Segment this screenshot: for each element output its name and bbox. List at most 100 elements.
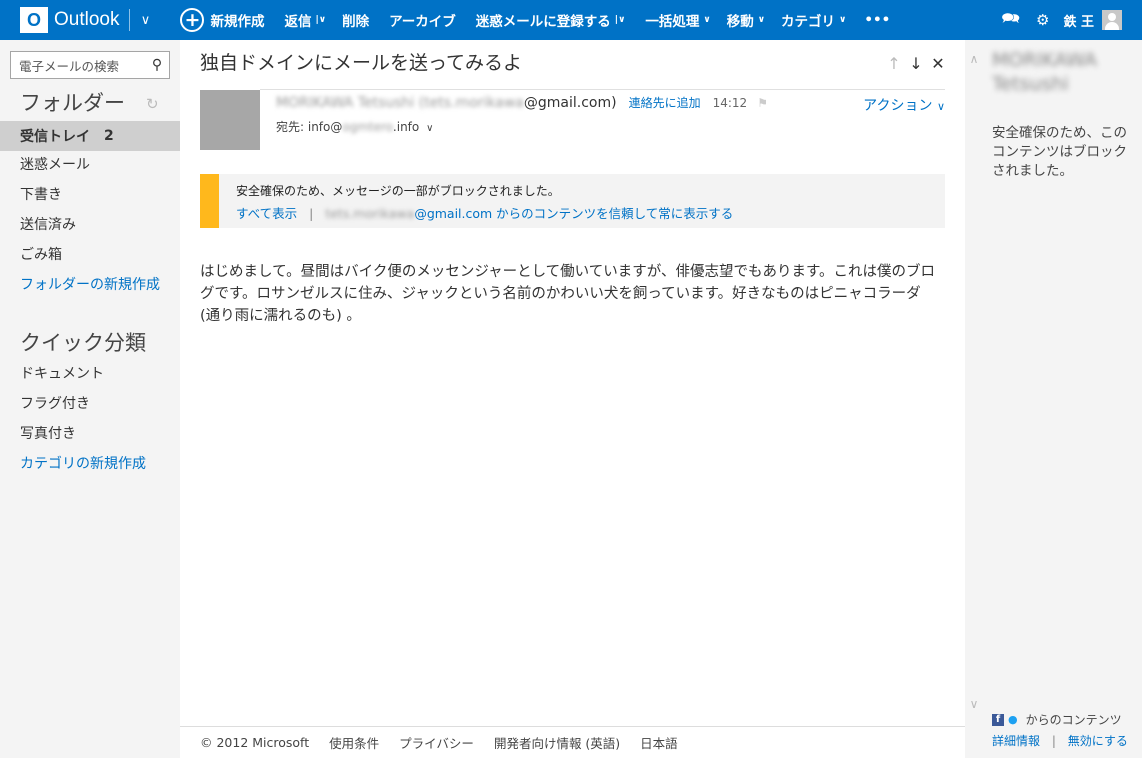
twitter-icon: ● bbox=[1008, 713, 1018, 726]
search-placeholder: 電子メールの検索 bbox=[19, 58, 120, 74]
language-link[interactable]: 日本語 bbox=[640, 733, 678, 752]
archive-label: アーカイブ bbox=[389, 14, 456, 30]
more-button[interactable]: ••• bbox=[864, 0, 890, 40]
action-menu[interactable]: アクション ∨ bbox=[863, 95, 945, 115]
delete-label: 削除 bbox=[342, 14, 370, 30]
sidebar-item-label: 下書き bbox=[20, 187, 62, 203]
logo-divider bbox=[129, 9, 131, 31]
arrow-up-icon[interactable]: ↑ bbox=[887, 54, 901, 73]
to-suffix: .info bbox=[392, 120, 420, 134]
new-category-label: カテゴリの新規作成 bbox=[20, 456, 146, 472]
top-bar: O Outlook ∨ + 新規作成 返信 |∨ 削除 アーカイブ 迷惑メールに… bbox=[0, 0, 1142, 40]
message-body: はじめまして。昼間はバイク便のメッセンジャーとして働いていますが、俳優志望でもあ… bbox=[200, 264, 936, 324]
link-separator: | bbox=[309, 206, 314, 221]
outlook-logo[interactable]: O Outlook ∨ bbox=[0, 0, 154, 40]
header-divider bbox=[260, 89, 945, 90]
to-line: 宛先: info@ogmtero.info ∨ bbox=[276, 118, 433, 135]
warning-text: 安全確保のため、メッセージの一部がブロックされました。 bbox=[236, 184, 560, 198]
developers-link[interactable]: 開発者向け情報 (英語) bbox=[494, 733, 620, 752]
move-label: 移動 bbox=[726, 14, 754, 30]
social-links: 詳細情報 | 無効にする bbox=[992, 732, 1128, 749]
sidebar-item-sent[interactable]: 送信済み bbox=[0, 209, 180, 239]
copyright: © 2012 Microsoft bbox=[200, 735, 310, 750]
new-folder-label: フォルダーの新規作成 bbox=[20, 277, 160, 293]
close-icon[interactable]: ✕ bbox=[931, 54, 945, 73]
app-title: Outlook bbox=[54, 9, 120, 30]
user-name[interactable]: 鉄 王 bbox=[1063, 11, 1094, 30]
add-contact-link[interactable]: 連絡先に追加 bbox=[629, 94, 701, 111]
arrow-down-icon[interactable]: ↓ bbox=[909, 54, 923, 73]
message-nav: ↑ ↓ ✕ bbox=[887, 54, 945, 73]
show-all-link[interactable]: すべて表示 bbox=[236, 206, 297, 221]
disable-link[interactable]: 無効にする bbox=[1068, 734, 1128, 748]
new-message-button[interactable]: + 新規作成 bbox=[180, 0, 264, 40]
category-button[interactable]: カテゴリ ∨ bbox=[781, 0, 846, 40]
delete-button[interactable]: 削除 bbox=[342, 0, 369, 40]
search-icon[interactable]: ⚲ bbox=[145, 57, 169, 73]
archive-button[interactable]: アーカイブ bbox=[389, 0, 456, 40]
new-folder-link[interactable]: フォルダーの新規作成 bbox=[0, 269, 180, 299]
trust-sender-blurred: tets.morikawa bbox=[325, 206, 415, 221]
feedback-icon[interactable]: 🗪 bbox=[1001, 8, 1020, 33]
privacy-link[interactable]: プライバシー bbox=[399, 733, 474, 752]
sidebar-item-flagged[interactable]: フラグ付き bbox=[0, 388, 180, 418]
sidebar-item-junk[interactable]: 迷惑メール bbox=[0, 149, 180, 179]
chevron-down-icon: ∨ bbox=[703, 15, 711, 25]
scroll-down-icon[interactable]: ∨ bbox=[965, 697, 983, 711]
sender-avatar bbox=[200, 90, 260, 150]
refresh-icon[interactable]: ↻ bbox=[146, 95, 159, 113]
chevron-down-icon[interactable]: |∨ bbox=[615, 15, 626, 25]
quick-title: クイック分類 bbox=[20, 331, 146, 355]
message-time: 14:12 bbox=[712, 95, 748, 110]
search-input[interactable]: 電子メールの検索 ⚲ bbox=[10, 51, 170, 79]
action-label: アクション bbox=[863, 98, 933, 114]
from-line: MORIKAWA Tetsushi (tets.morikawa @gmail.… bbox=[276, 94, 768, 111]
sender-name[interactable]: MORIKAWA Tetsushi (tets.morikawa bbox=[276, 95, 524, 111]
to-domain: ogmtero bbox=[342, 120, 393, 134]
new-category-link[interactable]: カテゴリの新規作成 bbox=[0, 448, 180, 478]
sender-domain: @gmail.com) bbox=[523, 94, 617, 111]
reading-pane: 独自ドメインにメールを送ってみるよ ↑ ↓ ✕ MORIKAWA Tetsush… bbox=[180, 40, 965, 726]
trust-sender-text: @gmail.com からのコンテンツを信頼して常に表示する bbox=[414, 206, 734, 221]
to-label: 宛先: info@ bbox=[276, 120, 343, 134]
sidebar-item-trash[interactable]: ごみ箱 bbox=[0, 239, 180, 269]
facebook-icon: f bbox=[992, 713, 1004, 726]
unread-count: 2 bbox=[104, 128, 114, 144]
footer: © 2012 Microsoft 使用条件 プライバシー 開発者向け情報 (英語… bbox=[180, 726, 965, 758]
junk-label: 迷惑メールに登録する bbox=[475, 14, 611, 30]
sweep-button[interactable]: 一括処理 ∨ bbox=[645, 0, 710, 40]
sidebar-item-label: フラグ付き bbox=[20, 396, 90, 412]
sidebar-item-label: ドキュメント bbox=[20, 366, 104, 382]
outlook-logo-icon: O bbox=[20, 7, 48, 33]
terms-link[interactable]: 使用条件 bbox=[329, 733, 379, 752]
blocked-content-banner: 安全確保のため、メッセージの一部がブロックされました。 すべて表示 | tets… bbox=[200, 174, 945, 228]
avatar[interactable] bbox=[1102, 10, 1122, 30]
sidebar-item-inbox[interactable]: 受信トレイ 2 bbox=[0, 121, 180, 151]
sidebar-item-label: 写真付き bbox=[20, 426, 76, 442]
sidebar-item-documents[interactable]: ドキュメント bbox=[0, 358, 180, 388]
scroll-up-icon[interactable]: ∧ bbox=[965, 52, 983, 66]
sidebar-item-label: 送信済み bbox=[20, 217, 76, 233]
chevron-down-icon[interactable]: ∨ bbox=[136, 13, 154, 28]
sidebar-item-drafts[interactable]: 下書き bbox=[0, 179, 180, 209]
sidebar-item-photos[interactable]: 写真付き bbox=[0, 418, 180, 448]
top-right-area: 🗪 ⚙ 鉄 王 bbox=[985, 0, 1122, 40]
new-label: 新規作成 bbox=[210, 14, 265, 30]
link-separator: | bbox=[1051, 734, 1056, 748]
gear-icon[interactable]: ⚙ bbox=[1036, 11, 1049, 29]
sidebar-item-label: ごみ箱 bbox=[20, 247, 62, 263]
expand-recipients-icon[interactable]: ∨ bbox=[426, 123, 433, 134]
chevron-down-icon[interactable]: |∨ bbox=[315, 15, 326, 25]
details-link[interactable]: 詳細情報 bbox=[992, 734, 1040, 748]
junk-button[interactable]: 迷惑メールに登録する |∨ bbox=[476, 0, 626, 40]
reply-button[interactable]: 返信 |∨ bbox=[284, 0, 326, 40]
flag-icon[interactable]: ⚑ bbox=[757, 96, 768, 110]
reply-label: 返信 bbox=[284, 14, 312, 30]
sidebar-item-label: 迷惑メール bbox=[20, 157, 90, 173]
move-button[interactable]: 移動 ∨ bbox=[727, 0, 765, 40]
sweep-label: 一括処理 bbox=[645, 14, 700, 30]
chevron-down-icon: ∨ bbox=[936, 100, 945, 113]
trust-sender-link[interactable]: tets.morikawa@gmail.com からのコンテンツを信頼して常に表… bbox=[325, 206, 733, 221]
message-subject: 独自ドメインにメールを送ってみるよ bbox=[200, 52, 523, 74]
social-text: からのコンテンツ bbox=[1025, 713, 1122, 727]
